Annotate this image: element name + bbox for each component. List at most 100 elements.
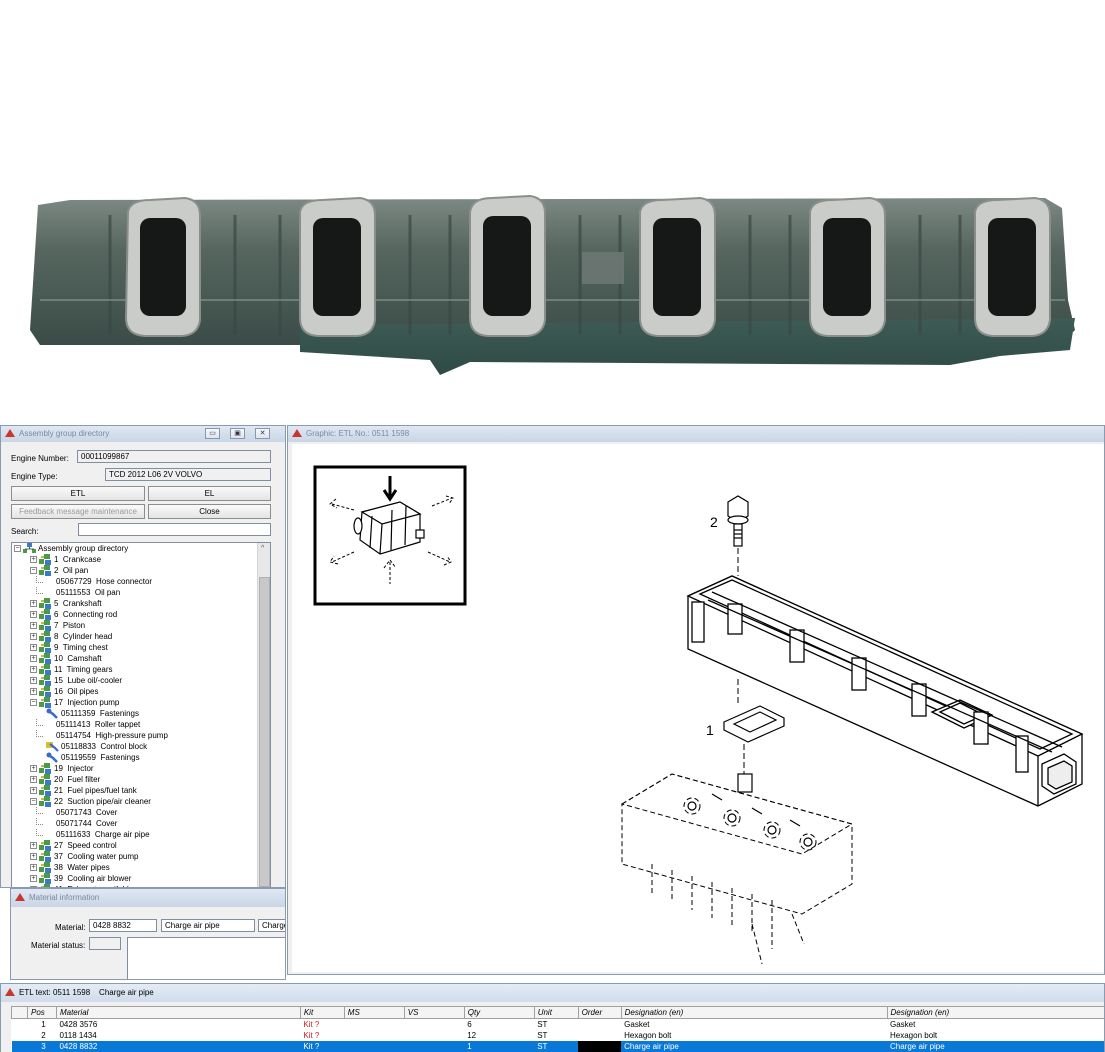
- tree-item[interactable]: 05067729 Hose connector: [12, 576, 256, 587]
- table-row[interactable]: 3 0428 8832 Kit ? 1 ST Charge air pipe Charge …: [11, 1041, 1104, 1052]
- material-name-field[interactable]: Charge air pipe: [161, 919, 255, 932]
- tree-item[interactable]: +9 Timing chest: [12, 642, 256, 653]
- assembly-group-icon: [39, 840, 51, 851]
- charge-air-pipe-drawing: [686, 575, 1084, 807]
- expand-icon[interactable]: +: [30, 633, 37, 640]
- tree-item[interactable]: − 2 Oil pan: [12, 565, 256, 576]
- column-header[interactable]: Designation (en): [886, 1007, 1104, 1019]
- close-window-button[interactable]: ✕: [255, 428, 270, 439]
- tree-item[interactable]: +38 Water pipes: [12, 862, 256, 873]
- table-row[interactable]: 1 0428 3576 Kit ? 6 ST Gasket Gasket: [12, 1019, 1105, 1031]
- assembly-group-icon: [39, 675, 51, 686]
- collapse-icon[interactable]: −: [30, 567, 37, 574]
- tree-item[interactable]: +5 Crankshaft: [12, 598, 256, 609]
- minimize-button[interactable]: ▭: [205, 428, 220, 439]
- expand-icon[interactable]: +: [30, 677, 37, 684]
- expand-icon[interactable]: +: [30, 655, 37, 662]
- tree-scrollbar[interactable]: ^: [257, 543, 270, 887]
- feedback-message-button[interactable]: Feedback message maintenance: [11, 504, 145, 519]
- column-header[interactable]: Kit: [299, 1007, 345, 1019]
- expand-icon[interactable]: +: [30, 787, 37, 794]
- tree-item[interactable]: 05119559 Fastenings: [12, 752, 256, 763]
- tree-item[interactable]: +8 Cylinder head: [12, 631, 256, 642]
- assembly-group-icon: [39, 620, 51, 631]
- tree-item[interactable]: 05071744 Cover: [12, 818, 256, 829]
- tree-item[interactable]: 05111633 Charge air pipe: [12, 829, 256, 840]
- tree-item[interactable]: +11 Timing gears: [12, 664, 256, 675]
- tree-item[interactable]: +37 Cooling water pump: [12, 851, 256, 862]
- tree-item[interactable]: 05111359 Fastenings: [12, 708, 256, 719]
- engine-type-field[interactable]: TCD 2012 L06 2V VOLVO: [105, 468, 271, 481]
- scroll-up-icon[interactable]: ^: [261, 545, 264, 552]
- tree-item[interactable]: +21 Fuel pipes/fuel tank: [12, 785, 256, 796]
- expand-icon[interactable]: +: [30, 765, 37, 772]
- expand-icon[interactable]: +: [30, 611, 37, 618]
- tree-item[interactable]: +20 Fuel filter: [12, 774, 256, 785]
- expand-icon[interactable]: +: [30, 864, 37, 871]
- cell-order: [578, 1041, 622, 1052]
- etl-button[interactable]: ETL: [11, 486, 145, 501]
- row-selector[interactable]: [11, 1041, 28, 1052]
- tree-item[interactable]: 05111413 Roller tappet: [12, 719, 256, 730]
- tree-item[interactable]: +7 Piston: [12, 620, 256, 631]
- expand-icon[interactable]: +: [30, 776, 37, 783]
- graphic-canvas[interactable]: 2 3 1: [292, 444, 1104, 972]
- collapse-icon[interactable]: −: [30, 798, 37, 805]
- expand-icon[interactable]: +: [30, 622, 37, 629]
- tree-item[interactable]: +16 Oil pipes: [12, 686, 256, 697]
- expand-icon[interactable]: +: [30, 600, 37, 607]
- tree-item[interactable]: 05071743 Cover: [12, 807, 256, 818]
- tree-item-label: 22 Suction pipe/air cleaner: [54, 797, 151, 806]
- tree-item[interactable]: 05111553 Oil pan: [12, 587, 256, 598]
- expand-icon[interactable]: +: [30, 875, 37, 882]
- expand-icon[interactable]: +: [30, 556, 37, 563]
- collapse-icon[interactable]: −: [30, 699, 37, 706]
- expand-icon[interactable]: +: [30, 644, 37, 651]
- material-status-text-area[interactable]: [127, 937, 285, 979]
- tree-item[interactable]: − 22 Suction pipe/air cleaner: [12, 796, 256, 807]
- expand-icon[interactable]: +: [30, 853, 37, 860]
- material-number-field[interactable]: 0428 8832: [89, 919, 157, 932]
- column-header[interactable]: MS: [343, 1007, 405, 1019]
- tree-item[interactable]: +1 Crankcase: [12, 554, 256, 565]
- tree-item[interactable]: − Assembly group directory: [12, 543, 256, 554]
- material-status-field[interactable]: [89, 937, 121, 950]
- tree-item[interactable]: +19 Injector: [12, 763, 256, 774]
- tree-item-label: 05071743 Cover: [56, 808, 118, 817]
- column-header[interactable]: Order: [577, 1007, 622, 1019]
- tree-item-label: 15 Lube oil/-cooler: [54, 676, 123, 685]
- row-selector[interactable]: [12, 1030, 28, 1041]
- etl-table[interactable]: Pos Material Kit MS VS Qty Unit Order Designatio…: [11, 1007, 1105, 1052]
- tree-item[interactable]: − 17 Injection pump: [12, 697, 256, 708]
- column-header[interactable]: VS: [403, 1007, 465, 1019]
- row-selector[interactable]: [12, 1019, 28, 1031]
- material-label: Material:: [55, 923, 86, 932]
- expand-icon[interactable]: +: [30, 666, 37, 673]
- maximize-button[interactable]: ▣: [230, 428, 245, 439]
- tree-item[interactable]: +39 Cooling air blower: [12, 873, 256, 884]
- column-header[interactable]: Designation (en): [620, 1007, 887, 1019]
- assembly-tree[interactable]: ^ − Assembly group directory +1 Crankcase −…: [11, 542, 271, 887]
- el-button[interactable]: EL: [148, 486, 271, 501]
- tree-item-label: 05111413 Roller tappet: [56, 720, 141, 729]
- tree-scrollbar-thumb[interactable]: [259, 577, 270, 887]
- engine-number-field[interactable]: 00011099867: [77, 450, 271, 463]
- tree-item[interactable]: +10 Camshaft: [12, 653, 256, 664]
- material-name-field-2[interactable]: Charge: [258, 919, 285, 932]
- expand-icon[interactable]: +: [30, 842, 37, 849]
- expand-icon[interactable]: +: [30, 688, 37, 695]
- search-input[interactable]: [78, 523, 271, 536]
- column-header[interactable]: Qty: [463, 1007, 535, 1019]
- column-header[interactable]: Material: [55, 1007, 301, 1019]
- tree-item[interactable]: +6 Connecting rod: [12, 609, 256, 620]
- tree-item[interactable]: 05118833 Control block: [12, 741, 256, 752]
- close-button[interactable]: Close: [148, 504, 271, 519]
- column-header[interactable]: Unit: [533, 1007, 579, 1019]
- tree-item[interactable]: +15 Lube oil/-cooler: [12, 675, 256, 686]
- column-header[interactable]: Pos: [26, 1007, 57, 1019]
- tree-item[interactable]: +27 Speed control: [12, 840, 256, 851]
- tree-item[interactable]: 05114754 High-pressure pump: [12, 730, 256, 741]
- collapse-icon[interactable]: −: [14, 545, 21, 552]
- tree-item-label: 37 Cooling water pump: [54, 852, 139, 861]
- table-row[interactable]: 2 0118 1434 Kit ? 12 ST Hexagon bolt Hexagon b…: [12, 1030, 1105, 1041]
